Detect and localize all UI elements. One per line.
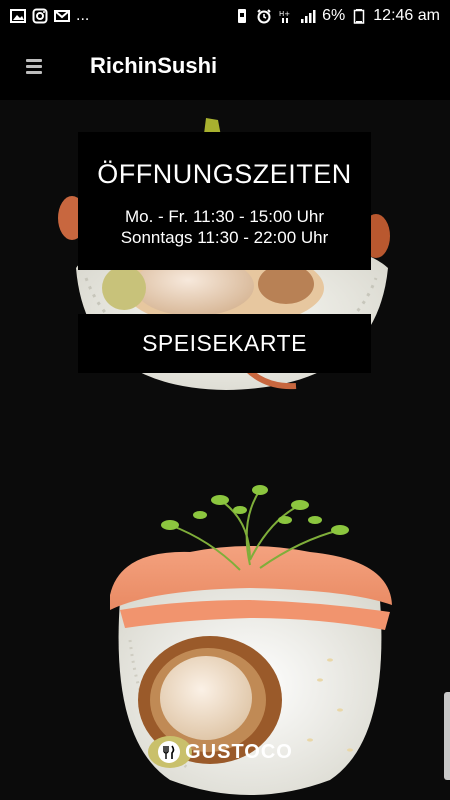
battery-percent: 6% (322, 7, 346, 24)
menu-button[interactable] (12, 44, 56, 88)
signal-icon (300, 8, 316, 24)
network-type-icon: H+ (278, 8, 294, 24)
app-title: RichinSushi (90, 53, 218, 78)
scroll-handle[interactable] (444, 692, 450, 780)
battery-icon (351, 8, 367, 24)
svg-text:H+: H+ (279, 10, 290, 18)
instagram-icon (32, 8, 48, 24)
gallery-icon (10, 8, 26, 24)
menu-card-button[interactable]: SPEISEKARTE (78, 314, 371, 373)
gustoco-logo-icon (158, 741, 181, 763)
hamburger-icon (26, 56, 42, 77)
opening-hours-title: ÖFFNUNGSZEITEN (97, 159, 352, 189)
gustoco-logo: GUSTOCO (0, 740, 450, 764)
opening-hours-card: ÖFFNUNGSZEITEN Mo. - Fr. 11:30 - 15:00 U… (78, 132, 371, 270)
status-left: ... (10, 7, 89, 25)
opening-hours-sunday: Sonntags 11:30 - 22:00 Uhr (120, 228, 329, 247)
main-content: ÖFFNUNGSZEITEN Mo. - Fr. 11:30 - 15:00 U… (0, 100, 450, 800)
mail-icon (54, 8, 70, 24)
clock: 12:46 am (373, 7, 440, 24)
opening-hours-weekdays: Mo. - Fr. 11:30 - 15:00 Uhr (124, 207, 325, 226)
battery-saver-icon (234, 8, 250, 24)
more-notifications-indicator: ... (76, 7, 90, 24)
gustoco-logo-text: GUSTOCO (185, 740, 293, 763)
alarm-icon (256, 8, 272, 24)
opening-hours-list: Mo. - Fr. 11:30 - 15:00 Uhr Sonntags 11:… (78, 206, 371, 248)
status-bar: ... H+ 6% 12:46 am (0, 0, 450, 32)
status-right: H+ 6% 12:46 am (234, 7, 440, 25)
app-bar: RichinSushi (0, 32, 450, 100)
